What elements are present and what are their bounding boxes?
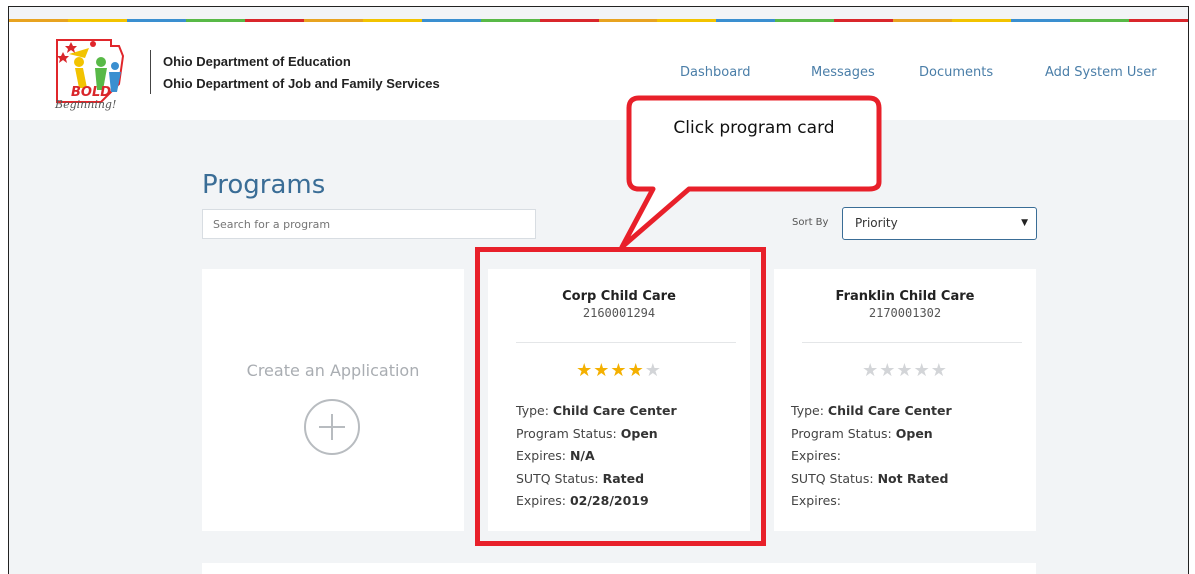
expires-label: Expires: (791, 448, 841, 463)
sort-select[interactable]: Priority ▼ (842, 207, 1037, 240)
header-separator (150, 50, 151, 94)
chevron-down-icon: ▼ (1021, 218, 1028, 228)
program-name: Franklin Child Care (835, 289, 975, 304)
annotation-highlight-box (475, 247, 766, 546)
program-type-row: Type: Child Care Center (791, 400, 952, 423)
annotation-callout-text: Click program card (673, 118, 835, 138)
sutq-value: Not Rated (877, 470, 949, 486)
next-row-cards (202, 563, 1036, 574)
program-expires-row: Expires: (791, 445, 952, 468)
program-details: Type: Child Care Center Program Status: … (791, 400, 952, 513)
annotation-callout-bubble (619, 95, 882, 250)
nav-messages[interactable]: Messages (811, 65, 875, 80)
star-icon: ★ (879, 360, 897, 381)
star-icon: ★ (930, 360, 948, 381)
star-icon: ★ (913, 360, 931, 381)
agency-names: Ohio Department of Education Ohio Depart… (163, 51, 440, 95)
nav-add-system-user[interactable]: Add System User (1045, 65, 1157, 80)
star-rating: ★★★★★ (774, 360, 1036, 381)
create-application-card[interactable]: Create an Application (202, 269, 464, 531)
star-icon: ★ (896, 360, 914, 381)
sutq-status-row: SUTQ Status: Not Rated (791, 468, 952, 491)
program-id: 2170001302 (868, 306, 942, 320)
sutq-label: SUTQ Status: (791, 470, 874, 486)
sutq-expires-label: Expires: (791, 493, 841, 508)
site-header: BOLD Beginning! Ohio Department of Educa… (9, 22, 1188, 120)
nav-documents[interactable]: Documents (919, 65, 993, 80)
bold-beginning-logo[interactable]: BOLD Beginning! (49, 32, 145, 112)
type-label: Type: (791, 403, 824, 418)
status-value: Open (895, 425, 933, 441)
nav-dashboard[interactable]: Dashboard (680, 65, 751, 80)
page-title: Programs (202, 170, 326, 200)
logo-text-beginning: Beginning! (54, 98, 116, 111)
create-application-label: Create an Application (246, 361, 420, 380)
card-divider (802, 342, 1022, 343)
agency-line-2: Ohio Department of Job and Family Servic… (163, 76, 440, 91)
program-card-franklin-child-care[interactable]: Franklin Child Care 2170001302 ★★★★★ Typ… (774, 269, 1036, 531)
star-icon: ★ (862, 360, 880, 381)
program-status-row: Program Status: Open (791, 423, 952, 446)
sort-select-value: Priority (855, 216, 898, 230)
type-value: Child Care Center (827, 403, 952, 418)
status-label: Program Status: (791, 425, 892, 441)
plus-circle-icon[interactable] (304, 399, 360, 455)
search-input[interactable] (202, 209, 536, 239)
sutq-expires-row: Expires: (791, 490, 952, 513)
sort-label: Sort By (792, 217, 829, 228)
agency-line-1: Ohio Department of Education (163, 54, 351, 69)
